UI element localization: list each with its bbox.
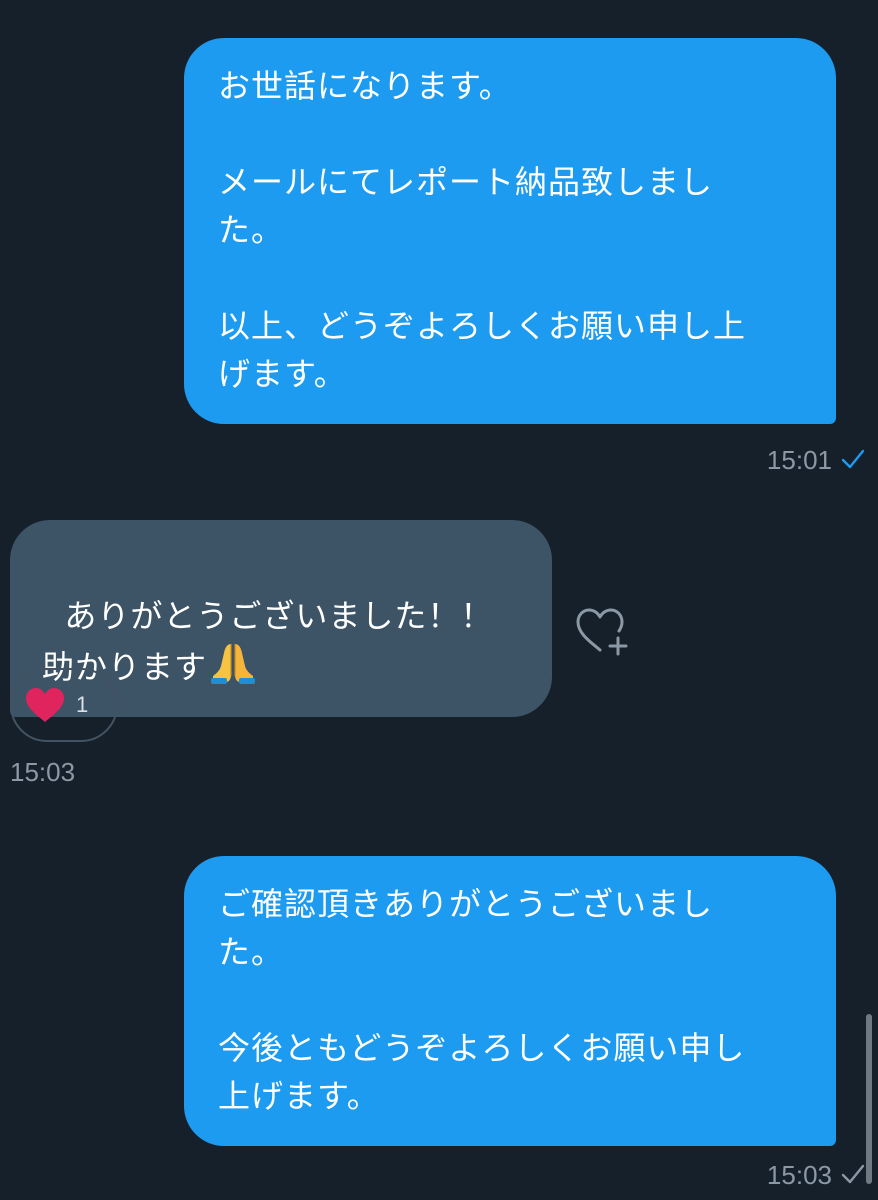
reaction-pill[interactable]: 1 — [10, 668, 118, 742]
timestamp-text: 15:01 — [766, 445, 832, 475]
folded-hands-icon — [211, 644, 256, 684]
heart-icon — [26, 688, 64, 722]
message-bubble-sent[interactable]: ご確認頂きありがとうございまし た。 今後ともどうぞよろしくお願い申し 上げます… — [184, 856, 836, 1146]
heart-plus-icon[interactable] — [572, 604, 632, 656]
message-timestamp: 15:03 — [10, 757, 75, 787]
timestamp-text: 15:03 — [766, 1160, 832, 1190]
timestamp-text: 15:03 — [10, 757, 76, 787]
check-icon — [841, 1164, 865, 1184]
check-icon — [841, 449, 865, 469]
message-text: ありがとうございました！！ 助かります — [42, 597, 494, 686]
scrollbar[interactable] — [866, 1014, 872, 1184]
reaction-count: 1 — [76, 692, 89, 717]
message-timestamp: 15:01 — [766, 445, 865, 475]
message-timestamp: 15:03 — [766, 1160, 865, 1190]
message-bubble-sent[interactable]: お世話になります。 メールにてレポート納品致しまし た。 以上、どうぞよろしくお… — [184, 38, 836, 424]
